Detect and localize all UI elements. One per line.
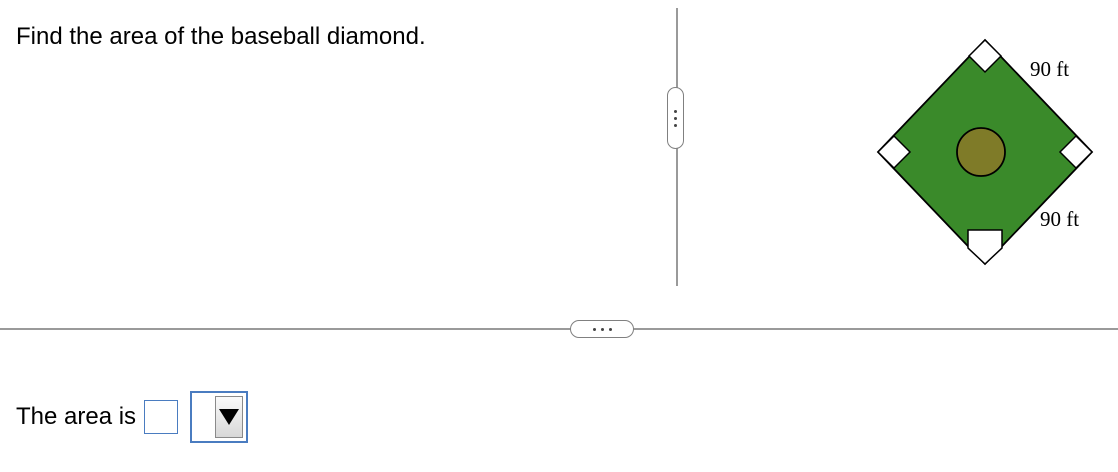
dropdown-button[interactable] [215,396,244,438]
home-plate [967,229,1003,266]
vertical-resize-handle[interactable] [667,87,684,149]
horizontal-resize-handle[interactable] [570,320,634,338]
question-text: Find the area of the baseball diamond. [16,23,426,50]
area-answer-input[interactable] [144,400,179,434]
unit-dropdown[interactable] [190,391,249,443]
side-length-label-bottom: 90 ft [1040,207,1079,231]
vertical-ellipsis-icon [674,109,677,127]
horizontal-ellipsis-icon [592,327,612,331]
side-length-label-top: 90 ft [1030,57,1069,81]
baseball-diamond-svg: 90 ft 90 ft [876,38,1094,266]
answer-row: The area is [16,391,249,443]
baseball-diamond-figure: 90 ft 90 ft [860,30,1100,280]
pitchers-mound [956,127,1006,177]
answer-label: The area is [16,403,137,430]
triangle-down-icon [219,409,240,425]
horizontal-divider[interactable] [0,328,1118,330]
